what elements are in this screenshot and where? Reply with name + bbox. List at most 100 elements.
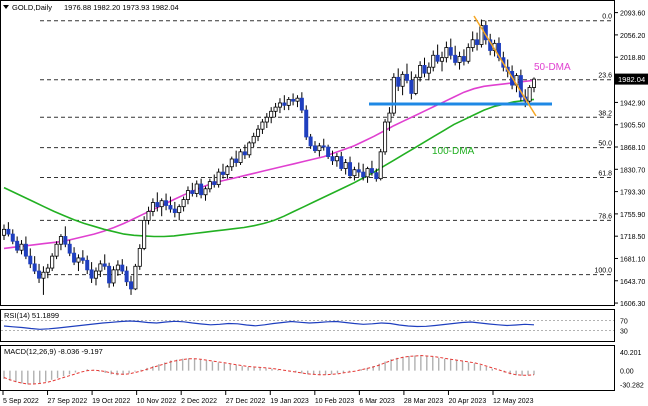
candle-body <box>339 156 344 169</box>
time-tick-label: 19 Oct 2022 <box>92 398 130 405</box>
main-pane <box>0 0 615 306</box>
time-tick-label: 27 Sep 2022 <box>48 398 88 405</box>
candle-body <box>37 270 42 279</box>
candle-body <box>10 233 15 242</box>
macd-tick-label: 0.00 <box>620 369 634 376</box>
price-tick-label: 1793.30 <box>620 190 645 197</box>
dma100-label: 100-DMA <box>432 146 475 157</box>
candle-body <box>291 98 296 102</box>
candle-body <box>242 151 247 156</box>
candle-body <box>396 76 401 87</box>
candle-body <box>129 281 134 290</box>
candle-body <box>286 98 291 106</box>
candle-body <box>321 145 326 148</box>
time-tick-label: 5 Sep 2022 <box>3 398 39 405</box>
candle-body <box>312 145 317 152</box>
candle-body <box>229 158 234 168</box>
candle-body <box>238 151 243 163</box>
candle-body <box>457 56 462 63</box>
current-price-value: 1982.04 <box>618 75 645 84</box>
time-tick-label: 10 Nov 2022 <box>137 398 177 405</box>
candle-body <box>164 200 169 206</box>
candle-body <box>365 168 370 178</box>
candle-body <box>247 142 252 156</box>
time-tick-label: 10 Feb 2023 <box>315 398 354 405</box>
candle-body <box>199 183 204 196</box>
candle-body <box>45 267 50 273</box>
candle-body <box>391 76 396 114</box>
candle-body <box>58 236 63 245</box>
candle-body <box>76 257 81 263</box>
candle-body <box>330 156 335 162</box>
candle-body <box>120 264 125 272</box>
candle-body <box>207 181 212 190</box>
macd-tick-label: 40.201 <box>620 350 642 357</box>
candle-body <box>264 116 269 123</box>
candle-body <box>334 156 339 162</box>
candle-body <box>431 54 436 68</box>
candle-body <box>203 188 208 196</box>
candle-body <box>107 265 112 284</box>
candle-body <box>85 259 90 271</box>
candle-body <box>234 158 239 163</box>
time-tick-label: 28 Mar 2023 <box>404 398 443 405</box>
candle-body <box>19 243 24 251</box>
time-tick-label: 12 May 2023 <box>493 398 534 405</box>
candle-body <box>299 97 304 111</box>
candle-body <box>216 171 221 186</box>
candle-body <box>93 270 98 279</box>
fib-label: 78.6 <box>598 213 612 220</box>
candle-body <box>470 39 475 48</box>
candle-body <box>348 162 353 177</box>
candle-body <box>378 151 383 180</box>
candle-body <box>221 171 226 175</box>
time-tick-label: 20 Apr 2023 <box>448 398 486 405</box>
current-price-tag: 1982.04 <box>615 73 648 85</box>
candle-body <box>413 76 418 94</box>
candle-body <box>111 269 116 284</box>
candle-body <box>475 39 480 45</box>
candle-body <box>400 73 405 87</box>
price-tick-label: 2093.60 <box>620 11 645 18</box>
candle-body <box>256 128 261 137</box>
candle-body <box>448 47 453 56</box>
price-tick-label: 2056.20 <box>620 33 645 40</box>
price-tick-label: 1755.90 <box>620 212 645 219</box>
price-tick-label: 1718.50 <box>620 234 645 241</box>
candle-body <box>23 243 28 257</box>
macd-label: MACD(12,26,9) -8.036 -9.197 <box>4 347 103 356</box>
fib-label: 38.2 <box>598 110 612 117</box>
rsi-level-label: 70 <box>620 319 628 326</box>
candle-body <box>6 228 11 235</box>
symbol-label: GOLD,Daily <box>12 3 52 12</box>
candle-body <box>326 146 331 158</box>
rsi-level-label: 30 <box>620 329 628 336</box>
price-tick-label: 2018.80 <box>620 55 645 62</box>
candle-body <box>63 236 68 245</box>
candle-body <box>466 47 471 62</box>
candle-body <box>369 168 374 174</box>
candle-body <box>72 252 77 263</box>
candle-body <box>418 65 423 78</box>
price-axis: 2093.602056.202018.801981.401942.901905.… <box>614 11 645 308</box>
candle-body <box>225 166 230 175</box>
candle-body <box>50 255 55 269</box>
price-tick-label: 1868.10 <box>620 145 645 152</box>
candle-body <box>295 97 300 102</box>
fib-label: 100.0 <box>594 268 612 275</box>
candle-body <box>356 169 361 173</box>
candle-body <box>461 56 466 62</box>
candle-body <box>409 79 414 94</box>
price-tick-label: 1643.70 <box>620 279 645 286</box>
candle-body <box>308 136 313 147</box>
fib-label: 50.0 <box>598 141 612 148</box>
candle-body <box>15 240 20 251</box>
candle-body <box>80 257 85 261</box>
price-tick-label: 1681.10 <box>620 256 645 263</box>
chart-header: GOLD,Daily 1976.88 1982.20 1973.93 1982.… <box>3 3 179 12</box>
candle-body <box>54 243 59 257</box>
candle-body <box>2 228 7 236</box>
candle-body <box>304 109 309 138</box>
candle-body <box>282 102 287 106</box>
candle-body <box>251 135 256 144</box>
